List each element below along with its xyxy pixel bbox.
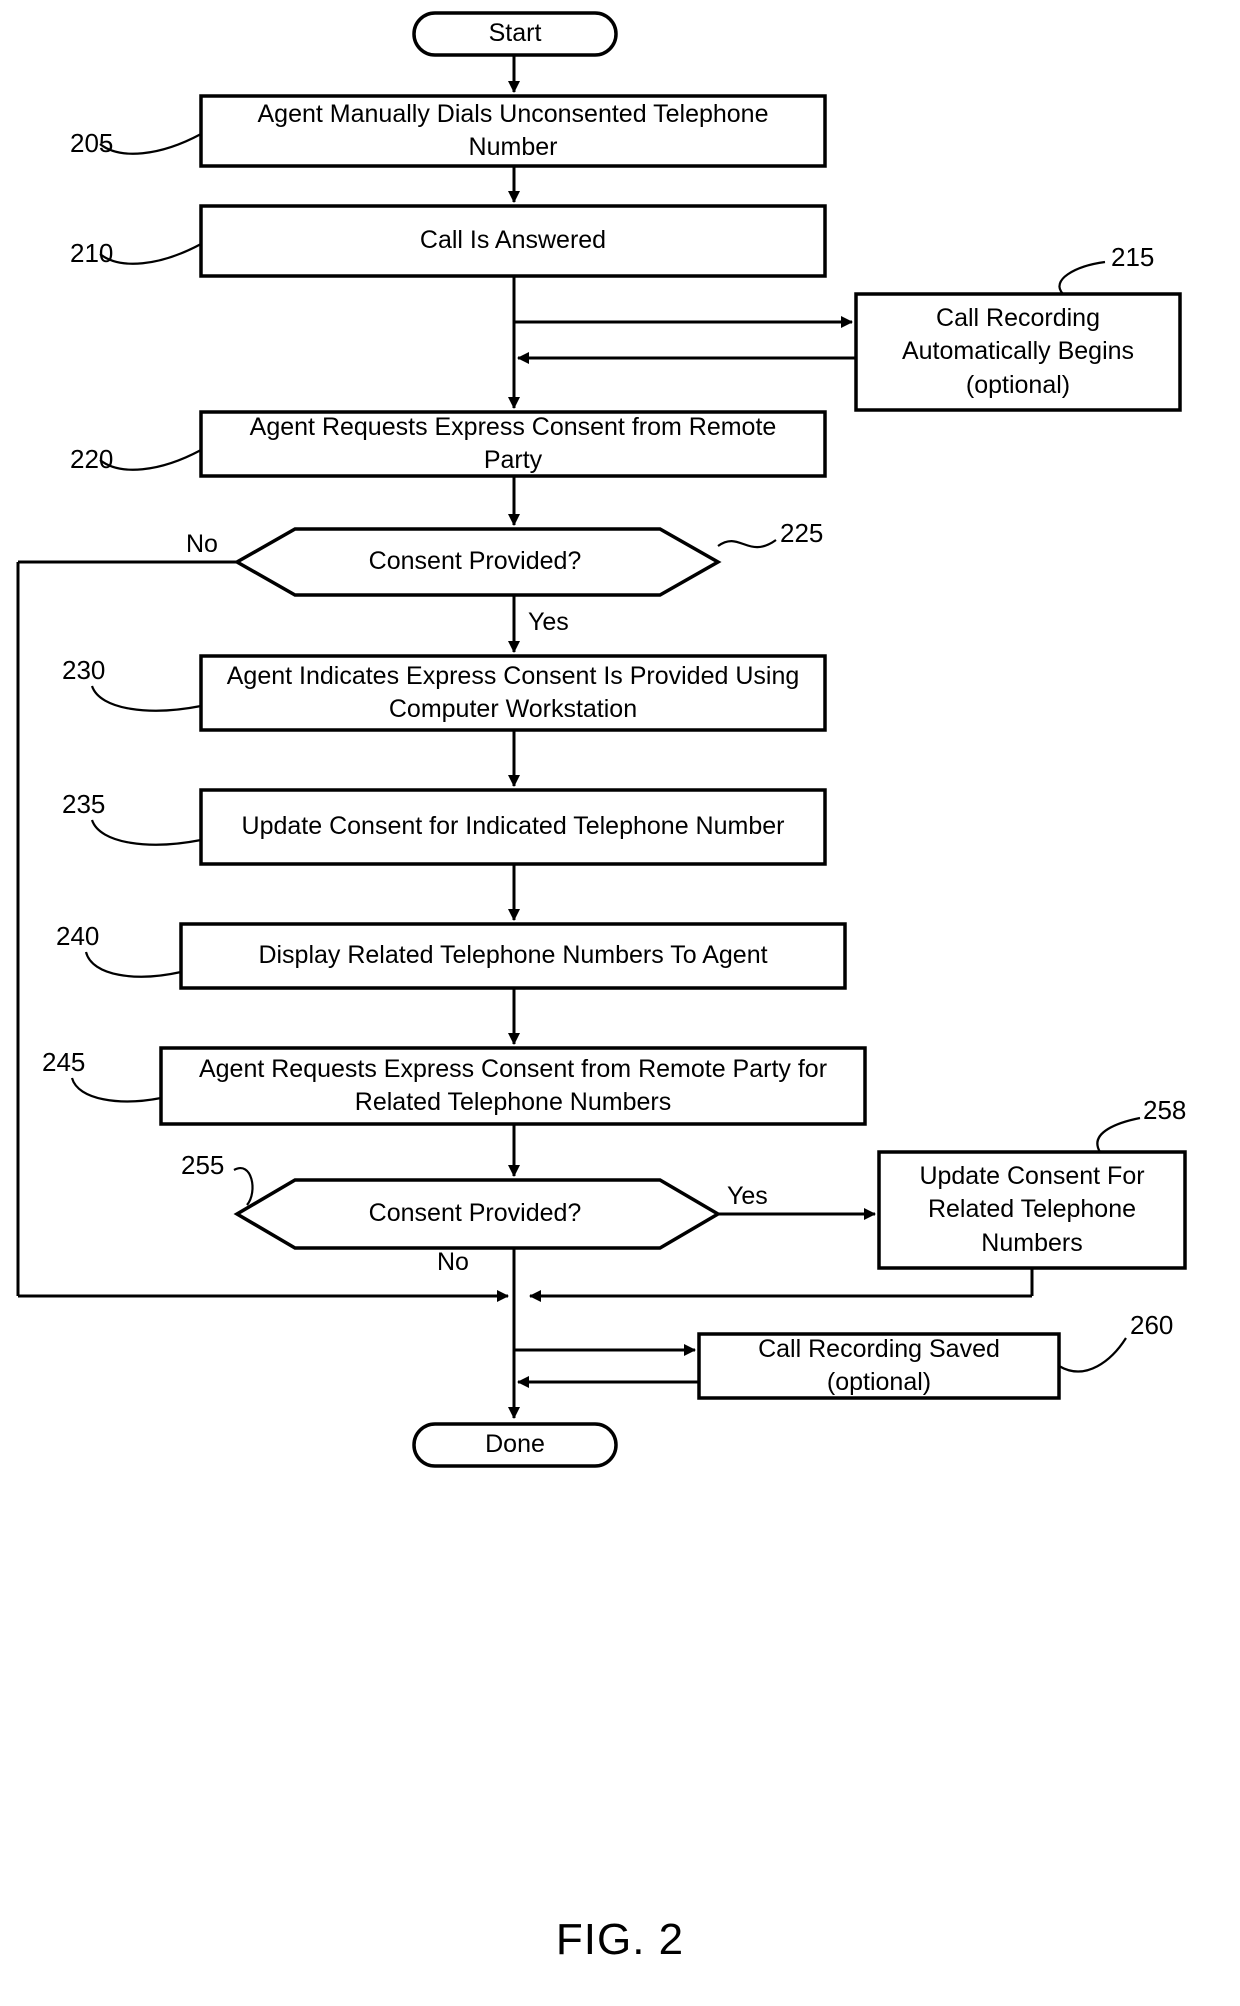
edge-label-225-yes: Yes (528, 608, 569, 636)
leader-210 (99, 243, 202, 265)
leader-230 (90, 685, 202, 712)
node-230-shape (199, 654, 827, 732)
node-255-shape (233, 1178, 722, 1250)
leader-220 (99, 449, 202, 471)
ref-number-215: 215 (1111, 242, 1155, 272)
figure-container: Start Agent Manually Dials Unconsented T… (0, 0, 1240, 2006)
flowchart-canvas (16, 11, 1187, 1468)
edge-label-225-no: No (186, 530, 218, 558)
node-245-shape (159, 1046, 867, 1126)
node-start-shape (412, 11, 618, 57)
ref-number-225: 225 (780, 518, 824, 548)
ref-number-210: 210 (70, 238, 114, 268)
leader-205 (99, 133, 202, 155)
leader-240 (84, 951, 182, 978)
node-258-shape (877, 1150, 1187, 1270)
leader-255 (233, 1167, 254, 1206)
leader-245 (70, 1077, 162, 1103)
node-210-shape (199, 204, 827, 278)
figure-caption: FIG. 2 (555, 1915, 685, 1964)
node-260-shape (697, 1332, 1061, 1400)
node-220-shape (199, 410, 827, 478)
ref-number-220: 220 (70, 444, 114, 474)
node-225-shape (233, 527, 722, 597)
ref-number-258: 258 (1143, 1095, 1187, 1125)
node-240-shape (179, 922, 847, 990)
edge-label-255-yes: Yes (727, 1182, 768, 1210)
leader-258 (1096, 1116, 1141, 1153)
leader-225 (717, 539, 777, 549)
node-205-shape (199, 94, 827, 168)
leader-215 (1058, 260, 1106, 295)
ref-number-260: 260 (1130, 1310, 1174, 1340)
node-done-shape (412, 1422, 618, 1468)
node-235-shape (199, 788, 827, 866)
ref-number-235: 235 (62, 789, 106, 819)
leader-260 (1058, 1337, 1127, 1373)
ref-number-205: 205 (70, 128, 114, 158)
edge-label-255-no: No (437, 1248, 469, 1276)
node-215-shape (854, 292, 1182, 412)
ref-number-240: 240 (56, 921, 100, 951)
ref-number-230: 230 (62, 655, 106, 685)
leader-235 (90, 819, 202, 846)
ref-number-245: 245 (42, 1047, 86, 1077)
ref-number-255: 255 (181, 1150, 225, 1180)
